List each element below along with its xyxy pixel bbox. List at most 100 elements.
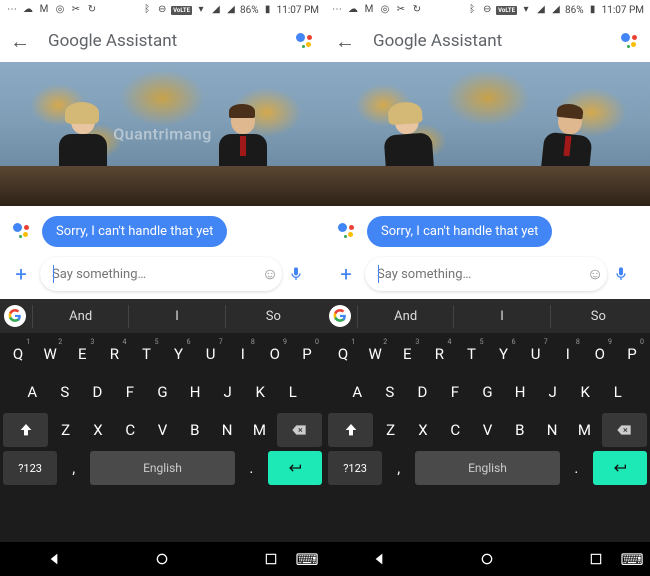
nav-home[interactable]: [477, 549, 497, 569]
key-v[interactable]: V: [147, 413, 177, 447]
google-search-button[interactable]: [329, 305, 351, 327]
nav-recents[interactable]: [586, 549, 606, 569]
scissors-icon: ✂: [395, 4, 407, 16]
key-f[interactable]: F: [115, 375, 146, 409]
key-f[interactable]: F: [440, 375, 471, 409]
key-g[interactable]: G: [472, 375, 503, 409]
key-k[interactable]: K: [570, 375, 601, 409]
mic-button[interactable]: [610, 263, 632, 285]
key-q[interactable]: Q1: [328, 337, 358, 371]
suggestion-2[interactable]: I: [453, 305, 549, 328]
nav-back[interactable]: [44, 549, 64, 569]
assistant-logo-icon[interactable]: [295, 31, 315, 51]
key-period[interactable]: .: [562, 451, 591, 485]
key-space[interactable]: English: [90, 451, 235, 485]
suggestion-1[interactable]: And: [357, 305, 453, 328]
key-space[interactable]: English: [415, 451, 560, 485]
key-u[interactable]: U7: [196, 337, 226, 371]
suggestion-1[interactable]: And: [32, 305, 128, 328]
key-enter[interactable]: [268, 451, 322, 485]
page-title: Google Assistant: [48, 31, 295, 51]
key-j[interactable]: J: [212, 375, 243, 409]
key-symbol[interactable]: ?123: [3, 451, 57, 485]
add-button[interactable]: +: [10, 263, 32, 285]
key-v[interactable]: V: [472, 413, 502, 447]
google-search-button[interactable]: [4, 305, 26, 327]
suggestion-2[interactable]: I: [128, 305, 224, 328]
key-g[interactable]: G: [147, 375, 178, 409]
key-s[interactable]: S: [375, 375, 406, 409]
assistant-logo-icon[interactable]: [620, 31, 640, 51]
key-w[interactable]: W2: [35, 337, 65, 371]
key-x[interactable]: X: [83, 413, 113, 447]
nav-keyboard-icon[interactable]: ⌨: [622, 549, 642, 569]
key-a[interactable]: A: [17, 375, 48, 409]
back-button[interactable]: ←: [10, 29, 30, 54]
key-z[interactable]: Z: [375, 413, 405, 447]
key-x[interactable]: X: [408, 413, 438, 447]
key-l[interactable]: L: [277, 375, 308, 409]
suggestion-3[interactable]: So: [550, 305, 646, 328]
key-u[interactable]: U7: [521, 337, 551, 371]
key-d[interactable]: D: [407, 375, 438, 409]
key-n[interactable]: N: [537, 413, 567, 447]
key-o[interactable]: O9: [260, 337, 290, 371]
key-y[interactable]: Y6: [164, 337, 194, 371]
key-comma[interactable]: ,: [384, 451, 413, 485]
key-shift[interactable]: [328, 413, 373, 447]
key-shift[interactable]: [3, 413, 48, 447]
key-r[interactable]: R4: [99, 337, 129, 371]
key-o[interactable]: O9: [585, 337, 615, 371]
back-button[interactable]: ←: [335, 29, 355, 54]
nav-keyboard-icon[interactable]: ⌨: [297, 549, 317, 569]
key-comma[interactable]: ,: [59, 451, 88, 485]
key-j[interactable]: J: [537, 375, 568, 409]
key-i[interactable]: I8: [553, 337, 583, 371]
nav-back[interactable]: [369, 549, 389, 569]
key-q[interactable]: Q1: [3, 337, 33, 371]
suggestion-3[interactable]: So: [225, 305, 321, 328]
android-nav-bar: ⌨: [325, 542, 650, 576]
key-e[interactable]: E3: [392, 337, 422, 371]
key-w[interactable]: W2: [360, 337, 390, 371]
add-button[interactable]: +: [335, 263, 357, 285]
key-p[interactable]: P0: [292, 337, 322, 371]
key-h[interactable]: H: [505, 375, 536, 409]
key-l[interactable]: L: [602, 375, 633, 409]
emoji-button[interactable]: ☺: [584, 263, 606, 285]
nav-home[interactable]: [152, 549, 172, 569]
key-k[interactable]: K: [245, 375, 276, 409]
key-s[interactable]: S: [50, 375, 81, 409]
key-m[interactable]: M: [244, 413, 274, 447]
key-z[interactable]: Z: [50, 413, 80, 447]
emoji-button[interactable]: ☺: [259, 263, 281, 285]
key-symbol[interactable]: ?123: [328, 451, 382, 485]
battery-text: 86%: [565, 5, 584, 16]
key-backspace[interactable]: [602, 413, 647, 447]
key-m[interactable]: M: [569, 413, 599, 447]
key-i[interactable]: I8: [228, 337, 258, 371]
key-d[interactable]: D: [82, 375, 113, 409]
key-n[interactable]: N: [212, 413, 242, 447]
key-backspace[interactable]: [277, 413, 322, 447]
key-c[interactable]: C: [440, 413, 470, 447]
scissors-icon: ✂: [70, 4, 82, 16]
nav-recents[interactable]: [261, 549, 281, 569]
key-p[interactable]: P0: [617, 337, 647, 371]
mic-button[interactable]: [285, 263, 307, 285]
key-b[interactable]: B: [505, 413, 535, 447]
key-y[interactable]: Y6: [489, 337, 519, 371]
kb-row-3: Z X C V B N M: [3, 413, 322, 447]
key-t[interactable]: T5: [456, 337, 486, 371]
key-c[interactable]: C: [115, 413, 145, 447]
key-r[interactable]: R4: [424, 337, 454, 371]
message-input[interactable]: [40, 257, 282, 291]
key-h[interactable]: H: [180, 375, 211, 409]
message-input[interactable]: [365, 257, 607, 291]
key-b[interactable]: B: [180, 413, 210, 447]
key-a[interactable]: A: [342, 375, 373, 409]
key-e[interactable]: E3: [67, 337, 97, 371]
key-period[interactable]: .: [237, 451, 266, 485]
key-t[interactable]: T5: [131, 337, 161, 371]
key-enter[interactable]: [593, 451, 647, 485]
